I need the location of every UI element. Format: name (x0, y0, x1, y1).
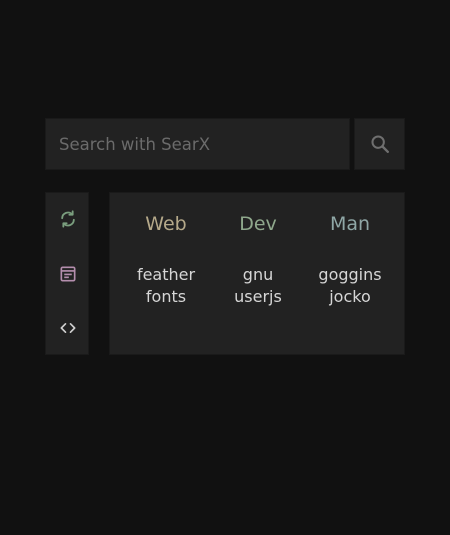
search-button[interactable] (354, 118, 405, 170)
group-title: Web (145, 213, 187, 235)
link-item[interactable]: gnu (213, 264, 303, 286)
link-item[interactable]: fonts (121, 286, 211, 308)
sidebar (45, 192, 89, 355)
link-item[interactable]: jocko (305, 286, 395, 308)
links-panel: Web feather fonts Dev gnu userjs Man gog… (109, 192, 405, 355)
search-input[interactable] (46, 119, 349, 169)
group-title: Man (329, 213, 371, 235)
article-button[interactable] (46, 256, 90, 292)
link-item[interactable]: userjs (213, 286, 303, 308)
code-button[interactable] (46, 310, 90, 346)
refresh-icon (58, 209, 78, 229)
link-item[interactable]: goggins (305, 264, 395, 286)
link-item[interactable]: feather (121, 264, 211, 286)
group-title: Dev (239, 213, 277, 235)
code-icon (58, 318, 78, 338)
search-bar[interactable] (45, 118, 350, 170)
refresh-button[interactable] (46, 201, 90, 237)
search-icon (369, 133, 391, 155)
article-icon (58, 264, 78, 284)
